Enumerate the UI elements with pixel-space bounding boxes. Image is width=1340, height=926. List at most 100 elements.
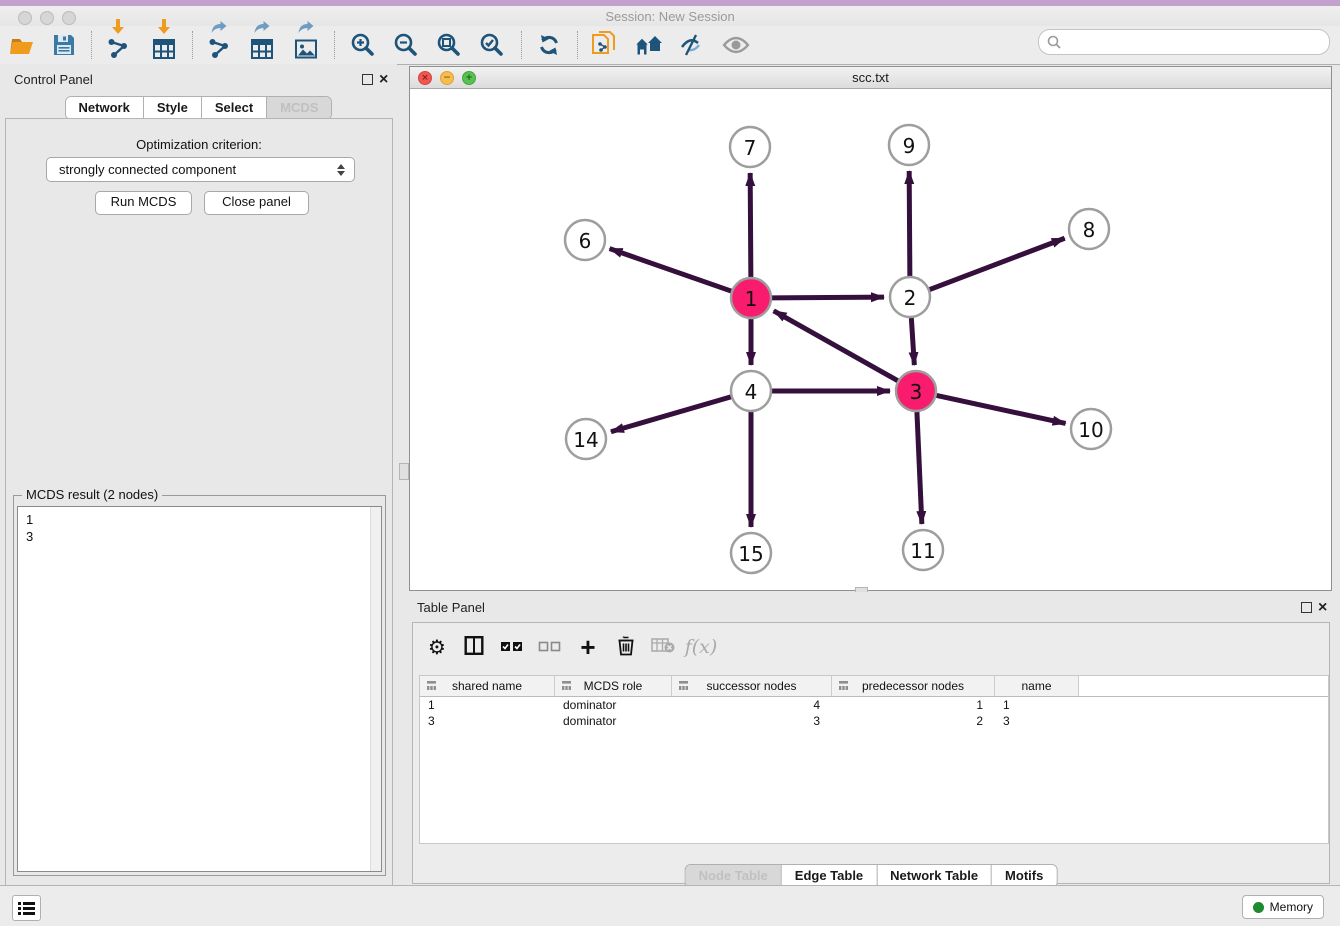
mcds-panel: Optimization criterion: strongly connect… [5,118,393,886]
run-mcds-button[interactable]: Run MCDS [95,191,192,215]
memory-status-icon [1253,902,1264,913]
graph-edge-3-10[interactable] [937,395,1066,423]
export-table-icon[interactable] [245,28,279,62]
refresh-icon[interactable] [532,28,566,62]
memory-button[interactable]: Memory [1242,895,1324,919]
column-header-MCDS-role[interactable]: MCDS role [555,676,672,696]
table-toolbar: ⚙ + f(x) [413,623,1329,671]
save-session-icon[interactable] [47,28,81,62]
select-all-icon[interactable] [501,640,524,655]
import-network-icon[interactable] [101,28,135,62]
export-network-icon[interactable] [202,28,236,62]
close-table-panel-icon[interactable]: × [1318,602,1327,613]
delete-table-icon[interactable] [651,638,675,656]
function-builder-icon[interactable]: f(x) [685,636,718,658]
search-icon [1047,35,1061,49]
column-header-shared-name[interactable]: shared name [420,676,555,696]
toolbar-separator [521,31,522,59]
column-header-name[interactable]: name [995,676,1079,696]
home-icon[interactable] [632,28,666,62]
tab-node-table[interactable]: Node Table [686,865,781,887]
table-options-icon[interactable]: ⚙ [428,637,446,657]
zoom-out-icon[interactable] [389,28,423,62]
close-panel-icon[interactable]: × [379,74,388,85]
vertical-splitter-handle[interactable] [399,463,409,480]
graph-edge-2-8[interactable] [930,238,1065,289]
graph-edge-3-1[interactable] [774,311,898,381]
tab-select[interactable]: Select [201,97,266,119]
mcds-result-lines: 13 [26,511,33,545]
graph-edge-3-11[interactable] [917,412,922,524]
search-box[interactable] [1038,29,1330,55]
graph-node-label: 4 [745,380,758,404]
node-table-container: ⚙ + f(x) shared nameMCDS rolesuccessor n… [412,622,1330,884]
result-scrollbar[interactable] [370,507,381,871]
column-header-predecessor-nodes[interactable]: predecessor nodes [832,676,995,696]
hide-graphics-details-icon[interactable] [675,28,709,62]
status-bar: Memory [0,885,1340,926]
mcds-result-group: MCDS result (2 nodes) 13 [13,495,386,876]
graph-node-label: 2 [904,286,917,310]
graph-node-label: 7 [744,136,757,160]
tab-network[interactable]: Network [66,97,143,119]
search-input[interactable] [1061,35,1329,50]
optimization-select-value: strongly connected component [47,162,332,177]
graph-edge-2-3[interactable] [911,318,914,365]
zoom-in-icon[interactable] [346,28,380,62]
graph-edge-4-14[interactable] [611,397,731,432]
tab-mcds[interactable]: MCDS [266,97,331,119]
mcds-result-textarea[interactable]: 13 [17,506,382,872]
float-table-panel-icon[interactable] [1301,602,1312,613]
table-cell: 2 [832,713,995,729]
network-window-title: scc.txt [410,70,1331,85]
tab-motifs[interactable]: Motifs [991,865,1056,887]
graph-node-label: 11 [910,539,935,563]
tab-edge-table[interactable]: Edge Table [781,865,876,887]
graph-node-label: 10 [1078,418,1103,442]
close-panel-button[interactable]: Close panel [204,191,309,215]
task-history-button[interactable] [12,895,41,921]
optimization-label: Optimization criterion: [6,137,392,152]
column-header-successor-nodes[interactable]: successor nodes [672,676,832,696]
table-row[interactable]: 1dominator411 [420,697,1328,713]
table-panel-title: Table Panel [417,600,485,615]
table-cell: dominator [555,697,672,713]
main-toolbar [0,26,1340,65]
table-cell: 1 [995,697,1079,713]
control-panel-title: Control Panel [14,72,93,87]
table-row[interactable]: 3dominator323 [420,713,1328,729]
graph-node-label: 14 [573,428,598,452]
tab-style[interactable]: Style [143,97,201,119]
table-cell: 1 [420,697,555,713]
graph-edge-1-6[interactable] [610,249,732,291]
mcds-result-line: 1 [26,511,33,528]
graph-edge-1-7[interactable] [750,173,751,277]
open-session-icon[interactable] [5,28,39,62]
node-table[interactable]: shared nameMCDS rolesuccessor nodesprede… [419,675,1329,844]
table-cell: dominator [555,713,672,729]
attribute-icon [838,680,849,691]
network-window-titlebar[interactable]: × − + scc.txt [410,67,1331,89]
attribute-icon [561,680,572,691]
network-view-window: × − + scc.txt 7968124314101511 [409,66,1332,591]
deselect-all-icon[interactable] [539,640,562,655]
add-column-icon[interactable]: + [580,637,595,657]
zoom-fit-icon[interactable] [432,28,466,62]
graph-node-label: 3 [910,380,923,404]
list-icon [18,902,35,915]
network-graph[interactable]: 7968124314101511 [410,88,1331,590]
delete-column-icon[interactable] [618,636,635,659]
open-network-file-icon[interactable] [588,28,622,62]
graph-edge-2-9[interactable] [909,171,910,276]
graph-edge-1-2[interactable] [772,297,884,298]
import-table-icon[interactable] [147,28,181,62]
tab-network-table[interactable]: Network Table [876,865,991,887]
column-visibility-icon[interactable] [465,636,484,658]
zoom-selected-icon[interactable] [475,28,509,62]
export-image-icon[interactable] [289,28,323,62]
network-canvas[interactable]: 7968124314101511 [410,88,1331,590]
table-panel: Table Panel × ⚙ + f(x) shared nameMCDS r… [404,592,1340,886]
float-panel-icon[interactable] [362,74,373,85]
optimization-select[interactable]: strongly connected component [46,157,355,182]
show-graphics-details-icon[interactable] [719,28,753,62]
